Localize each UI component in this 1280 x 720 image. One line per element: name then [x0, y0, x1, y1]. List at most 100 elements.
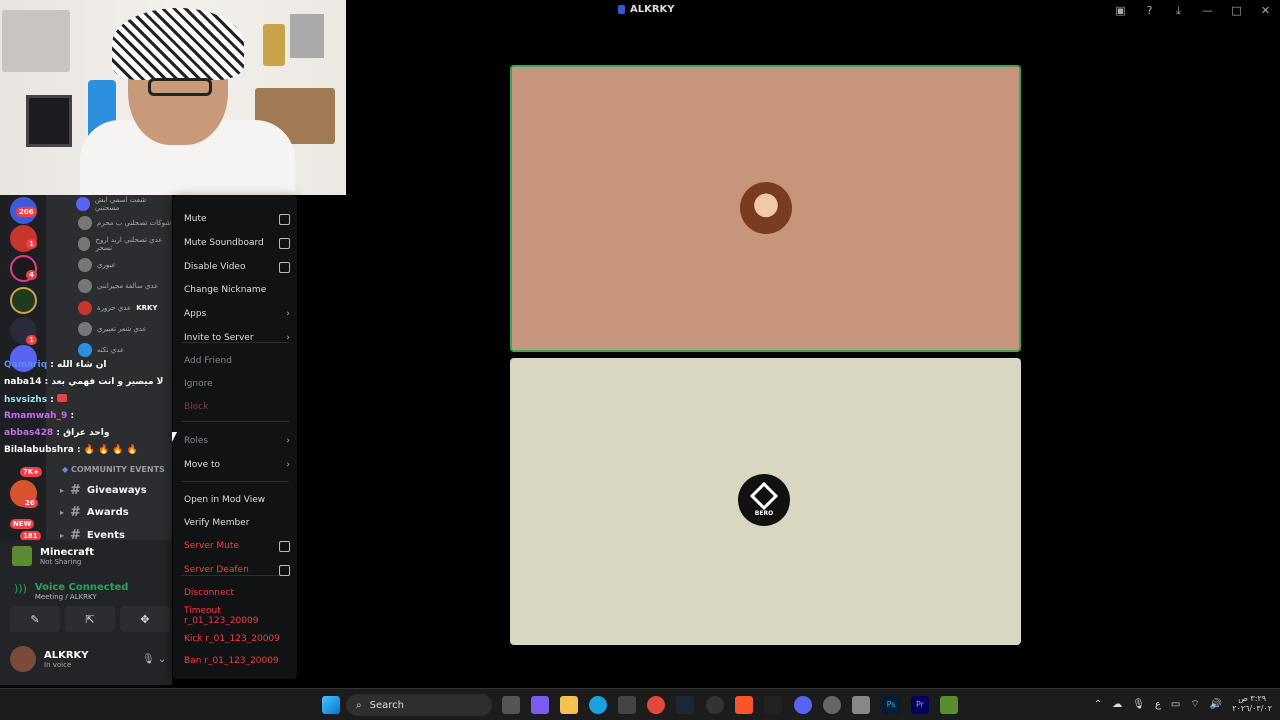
glasses [148, 78, 212, 96]
brave-icon[interactable] [735, 696, 753, 714]
mic-icon[interactable]: 🎙 [1132, 699, 1145, 710]
close-button[interactable]: ✕ [1251, 4, 1280, 17]
menu-item-label: Disconnect [184, 588, 234, 598]
minecraft-icon[interactable] [940, 696, 958, 714]
menu-item-roles[interactable]: Roles › [184, 432, 290, 450]
chat-user: hsvsizhs [4, 395, 48, 405]
voice-connected-label: Voice Connected [34, 582, 129, 593]
server-icon[interactable] [10, 287, 37, 314]
menu-item-change-nickname[interactable]: Change Nickname [184, 281, 290, 299]
checkbox[interactable] [279, 237, 290, 249]
voice-member-name: عدي تصحلني اريد اروح تسحر [95, 236, 163, 252]
maximize-button[interactable]: □ [1222, 4, 1251, 17]
chat-user: naba14 [4, 377, 42, 387]
voice-connected[interactable]: ))) Voice Connected Meeting / ALKRKY [14, 582, 128, 601]
copilot-icon[interactable] [531, 696, 549, 714]
discord-icon [76, 197, 90, 211]
user-info[interactable]: ALKRKY In voice [10, 646, 89, 672]
cloud-icon[interactable]: ☁ [1112, 699, 1122, 710]
voice-member[interactable]: شوكات تصحلني ب محرم [78, 214, 171, 232]
chat-message: Bilalabubshra : 🔥 🔥 🔥 🔥 [4, 445, 138, 455]
menu-item-mute[interactable]: Mute [184, 210, 290, 228]
file-explorer-icon[interactable] [560, 696, 578, 714]
voice-member[interactable]: عدي سالفة مجيرانني [78, 277, 158, 295]
activities-icon[interactable]: ✥ [120, 606, 170, 632]
menu-item-add-friend[interactable]: Add Friend [184, 352, 290, 370]
taskbar-search[interactable]: ⌕ Search [346, 694, 492, 716]
display-icon[interactable]: ▭ [1171, 699, 1180, 710]
menu-item-disable-video[interactable]: Disable Video [184, 258, 290, 276]
wifi-icon[interactable]: ⌔ [1190, 698, 1199, 711]
steam-icon[interactable] [676, 696, 694, 714]
photoshop-icon[interactable]: Ps [882, 696, 900, 714]
chrome-icon[interactable] [647, 696, 665, 714]
category-header[interactable]: ◆ COMMUNITY EVENTS [62, 465, 165, 474]
video-tile-speaking[interactable] [510, 65, 1021, 352]
task-view-icon[interactable] [502, 696, 520, 714]
menu-item-label: Invite to Server [184, 333, 254, 343]
start-icon[interactable] [322, 696, 340, 714]
edge-icon[interactable] [589, 696, 607, 714]
voice-member[interactable]: عدي تصحلني اريد اروح تسحر [78, 235, 172, 253]
channel-giveaways[interactable]: ▸ # Giveaways [60, 481, 147, 499]
premiere-icon[interactable]: Pr [911, 696, 929, 714]
menu-item-disconnect[interactable]: Disconnect [184, 584, 290, 602]
store-icon[interactable] [618, 696, 636, 714]
app-icon[interactable] [823, 696, 841, 714]
avatar [78, 322, 92, 336]
microphone-icon[interactable]: 🎙 ⌄ [142, 654, 166, 665]
obs-icon[interactable] [706, 696, 724, 714]
help-icon[interactable]: ? [1135, 4, 1164, 17]
video-tile[interactable]: BERO [510, 358, 1021, 645]
menu-item-mute-soundboard[interactable]: Mute Soundboard [184, 234, 290, 252]
menu-item-ban-r-01-123-20009[interactable]: Ban r_01_123_20009 [184, 652, 290, 670]
menu-item-apps[interactable]: Apps › [184, 305, 290, 323]
voice-member[interactable]: عدي شعر تعبيري [78, 320, 147, 338]
checkbox[interactable] [279, 261, 290, 273]
menu-item-open-in-mod-view[interactable]: Open in Mod View [184, 491, 290, 509]
voice-controls: ✎ ⇱ ✥ [10, 606, 170, 634]
voice-member[interactable]: عدي حزورة KRKY [78, 299, 158, 317]
download-icon[interactable]: ⤓ [1164, 4, 1193, 18]
menu-item-move-to[interactable]: Move to › [184, 456, 290, 474]
chevron-up-icon[interactable]: ⌃ [1094, 699, 1102, 710]
menu-item-ignore[interactable]: Ignore [184, 375, 290, 393]
menu-item-server-mute[interactable]: Server Mute [184, 537, 290, 555]
voice-member[interactable]: شفت اسمي ايش مسحتني [76, 195, 172, 213]
server-badge: 1 [26, 335, 37, 345]
checkbox[interactable] [279, 540, 290, 552]
inbox-icon[interactable]: ▣ [1106, 4, 1135, 17]
clock-date: ٢٠٢٦/٠٣/٠٢ [1232, 704, 1272, 713]
volume-icon[interactable]: 🔊 [1210, 699, 1222, 710]
activity-status[interactable]: Minecraft Not Sharing [12, 546, 94, 566]
sidebar: 206 1 4 1 7K+ 26 NEW 181 شفت اسمي ايش مس… [0, 195, 172, 685]
menu-item-timeout-r-01-123-20009[interactable]: Timeout r_01_123_20009 [184, 606, 290, 626]
menu-item-label: Roles [184, 436, 209, 446]
screen-share-icon[interactable]: ⇱ [65, 606, 115, 632]
menu-item-server-deafen[interactable]: Server Deafen [184, 561, 290, 579]
menu-item-verify-member[interactable]: Verify Member [184, 514, 290, 532]
snipping-tool-icon[interactable] [852, 696, 870, 714]
x-icon[interactable] [764, 696, 782, 714]
discord-icon[interactable] [794, 696, 812, 714]
channel-awards[interactable]: ▸ # Awards [60, 503, 129, 521]
avatar [10, 646, 36, 672]
language-indicator[interactable]: ع [1155, 699, 1161, 710]
clock[interactable]: ٣:٢٩ ص ٢٠٢٦/٠٣/٠٢ [1232, 694, 1272, 714]
discord-app-icon [618, 5, 625, 14]
server-badge: 26 [22, 498, 38, 508]
search-label: Search [369, 699, 404, 711]
menu-item-invite-to-server[interactable]: Invite to Server › [184, 329, 290, 347]
checkbox[interactable] [279, 564, 290, 576]
voice-member[interactable]: عبوري [78, 256, 116, 274]
voice-member[interactable]: عدي نكته [78, 341, 124, 359]
voice-member-name: عبوري [97, 261, 116, 269]
title-bar-controls: ▣ ? ⤓ — □ ✕ [1106, 0, 1280, 21]
minimize-button[interactable]: — [1193, 4, 1222, 17]
checkbox[interactable] [279, 213, 290, 225]
menu-item-block[interactable]: Block [184, 398, 290, 416]
voice-member-name: شوكات تصحلني ب محرم [97, 219, 172, 227]
menu-item-kick-r-01-123-20009[interactable]: Kick r_01_123_20009 [184, 630, 290, 648]
chevron-right-icon: › [286, 309, 290, 319]
camera-off-icon[interactable]: ✎ [10, 606, 60, 632]
